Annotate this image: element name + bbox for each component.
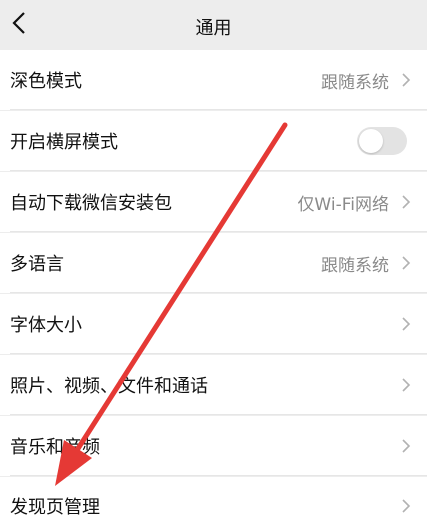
chevron-right-icon	[402, 195, 411, 209]
setting-row-landscape-mode: 开启横屏模式	[0, 111, 427, 171]
setting-label: 字体大小	[10, 315, 82, 336]
divider	[10, 353, 427, 354]
setting-row-auto-download[interactable]: 自动下载微信安装包 仅Wi-Fi网络	[0, 172, 427, 232]
setting-row-dark-mode[interactable]: 深色模式 跟随系统	[0, 50, 427, 110]
divider	[10, 170, 427, 171]
landscape-mode-toggle[interactable]	[357, 127, 407, 155]
setting-label: 开启横屏模式	[10, 132, 118, 153]
chevron-right-icon	[402, 256, 411, 270]
setting-value: 跟随系统	[321, 73, 389, 93]
setting-value: 仅Wi-Fi网络	[297, 195, 389, 215]
divider	[10, 231, 427, 232]
page-title: 通用	[195, 18, 232, 39]
chevron-right-icon	[402, 499, 411, 513]
setting-row-music-audio[interactable]: 音乐和音频	[0, 416, 427, 476]
setting-label: 多语言	[10, 254, 64, 275]
setting-label: 深色模式	[10, 71, 82, 92]
divider	[10, 475, 427, 476]
setting-row-media-files[interactable]: 照片、视频、文件和通话	[0, 355, 427, 415]
setting-row-font-size[interactable]: 字体大小	[0, 294, 427, 354]
chevron-right-icon	[402, 439, 411, 453]
toggle-knob	[359, 129, 383, 153]
setting-label: 自动下载微信安装包	[10, 193, 172, 214]
chevron-right-icon	[402, 317, 411, 331]
setting-label: 音乐和音频	[10, 437, 100, 458]
chevron-right-icon	[402, 378, 411, 392]
setting-label: 照片、视频、文件和通话	[10, 376, 208, 397]
setting-row-language[interactable]: 多语言 跟随系统	[0, 233, 427, 293]
divider	[10, 414, 427, 415]
top-bar: 通用	[0, 0, 427, 50]
divider	[10, 292, 427, 293]
chevron-right-icon	[402, 73, 411, 87]
setting-value: 跟随系统	[321, 256, 389, 276]
divider	[10, 109, 427, 110]
setting-label: 发现页管理	[10, 497, 100, 518]
setting-row-discover-management[interactable]: 发现页管理	[0, 477, 427, 519]
